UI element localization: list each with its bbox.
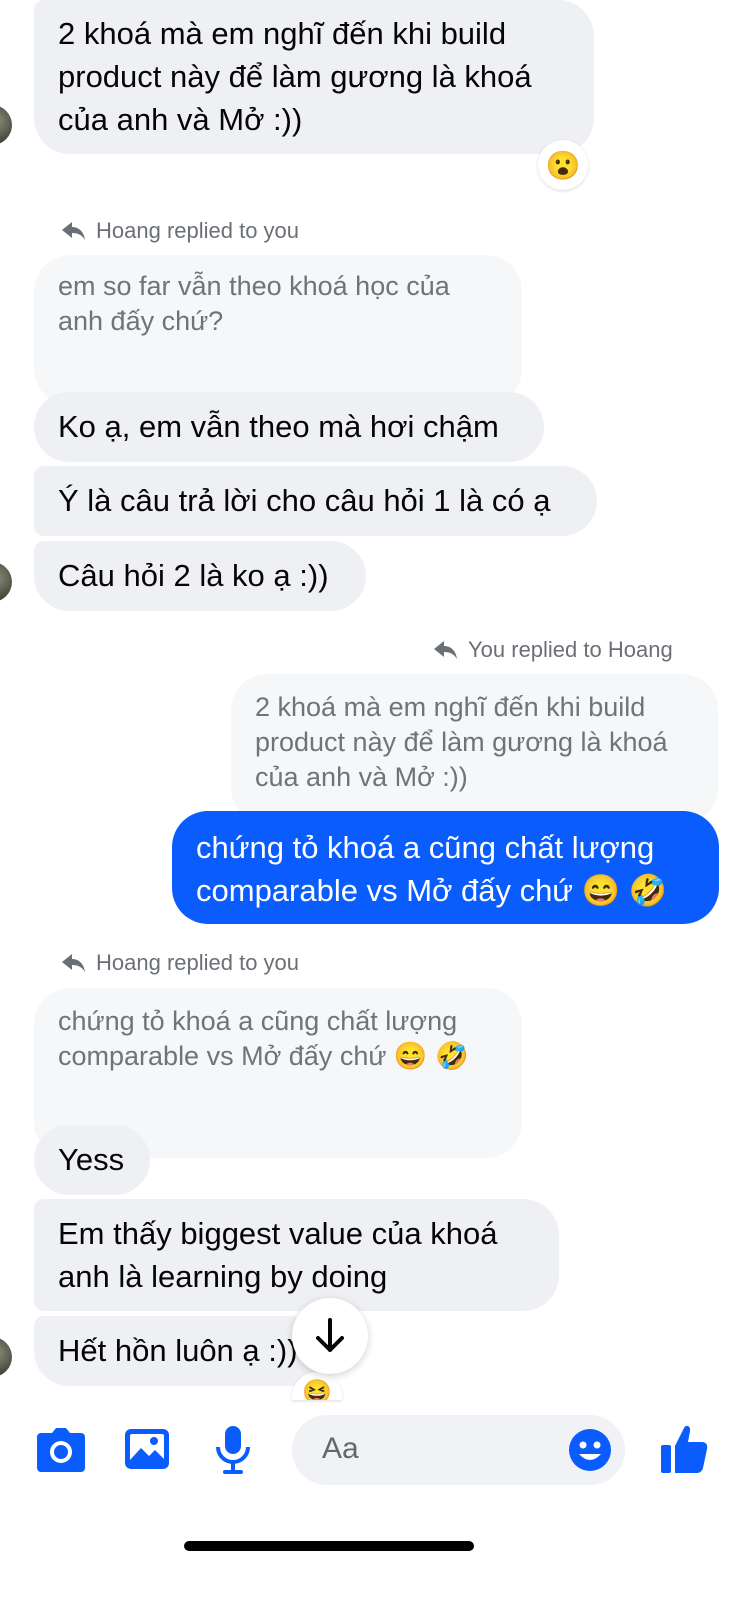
voice-button[interactable] xyxy=(215,1425,251,1475)
message-text: Yess xyxy=(58,1142,125,1177)
message-bubble[interactable]: Hết hồn luôn ạ :)) xyxy=(34,1316,324,1386)
quoted-message[interactable]: 2 khoá mà em nghĩ đến khi build product … xyxy=(231,674,718,824)
avatar[interactable] xyxy=(0,1337,12,1377)
home-indicator xyxy=(184,1541,474,1551)
camera-button[interactable] xyxy=(36,1427,86,1473)
message-bubble[interactable]: Ý là câu trả lời cho câu hỏi 1 là có ạ xyxy=(34,466,597,536)
message-reaction[interactable]: 😮 xyxy=(538,140,588,190)
reaction-emoji: 😆 xyxy=(302,1379,332,1400)
message-text: Ko ạ, em vẫn theo mà hơi chậm xyxy=(58,409,499,444)
like-button[interactable] xyxy=(660,1424,708,1474)
message-text: Ý là câu trả lời cho câu hỏi 1 là có ạ xyxy=(58,483,551,518)
reply-label-text: Hoang replied to you xyxy=(96,950,300,975)
avatar[interactable] xyxy=(0,105,12,145)
message-text: chứng tỏ khoá a cũng chất lượng comparab… xyxy=(196,830,668,908)
reply-arrow-icon xyxy=(62,222,85,240)
message-bubble[interactable]: 2 khoá mà em nghĩ đến khi build product … xyxy=(34,0,594,154)
message-bubble[interactable]: Yess xyxy=(34,1125,150,1195)
quoted-text: em so far vẫn theo khoá học của anh đấy … xyxy=(58,271,450,336)
message-text: 2 khoá mà em nghĩ đến khi build product … xyxy=(58,16,532,137)
camera-icon xyxy=(37,1428,85,1472)
message-text: Câu hỏi 2 là ko ạ :)) xyxy=(58,558,329,593)
message-text: Em thấy biggest value của khoá anh là le… xyxy=(58,1216,498,1294)
message-input[interactable]: Aa xyxy=(292,1415,625,1485)
quoted-text: chứng tỏ khoá a cũng chất lượng comparab… xyxy=(58,1006,469,1071)
reply-indicator: You replied to Hoang xyxy=(434,637,673,663)
message-text: Hết hồn luôn ạ :)) xyxy=(58,1333,298,1368)
thumbs-up-icon xyxy=(661,1425,708,1473)
message-bubble[interactable]: Ko ạ, em vẫn theo mà hơi chậm xyxy=(34,392,544,462)
message-bubble[interactable]: Em thấy biggest value của khoá anh là le… xyxy=(34,1199,559,1311)
reply-indicator: Hoang replied to you xyxy=(62,218,299,244)
reply-label-text: You replied to Hoang xyxy=(468,637,673,662)
scroll-to-bottom-button[interactable] xyxy=(292,1298,368,1374)
message-input-placeholder: Aa xyxy=(322,1432,359,1465)
reply-arrow-icon xyxy=(434,641,457,659)
arrow-down-icon xyxy=(316,1318,344,1352)
avatar[interactable] xyxy=(0,562,12,602)
emoji-icon[interactable] xyxy=(568,1428,612,1472)
quoted-text: 2 khoá mà em nghĩ đến khi build product … xyxy=(255,692,668,792)
quoted-message[interactable]: em so far vẫn theo khoá học của anh đấy … xyxy=(34,255,522,405)
reply-arrow-icon xyxy=(62,954,85,972)
reaction-emoji: 😮 xyxy=(545,149,581,181)
image-icon xyxy=(125,1429,169,1469)
gallery-button[interactable] xyxy=(124,1428,170,1470)
message-bubble[interactable]: Câu hỏi 2 là ko ạ :)) xyxy=(34,541,366,611)
microphone-icon xyxy=(216,1426,250,1474)
reply-label-text: Hoang replied to you xyxy=(96,218,300,243)
outgoing-message-bubble[interactable]: chứng tỏ khoá a cũng chất lượng comparab… xyxy=(172,811,719,924)
reply-indicator: Hoang replied to you xyxy=(62,950,299,976)
